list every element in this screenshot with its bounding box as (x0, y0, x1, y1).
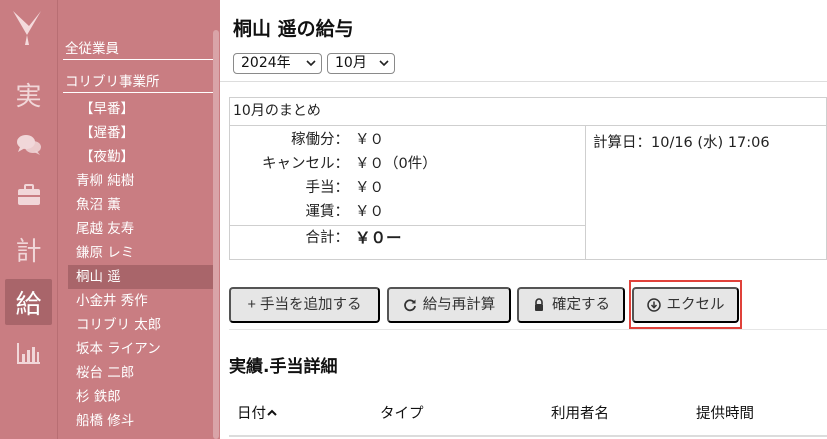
briefcase-icon (17, 184, 40, 205)
summary-row-cancel: キャンセル： ￥０（0件） (230, 152, 585, 176)
summary-row-allowance: 手当： ￥０ (230, 176, 585, 200)
chevron-down-icon (306, 60, 316, 67)
column-header-user[interactable]: 利用者名 (551, 402, 609, 423)
divider (229, 329, 827, 330)
employee-item[interactable]: コリブリ 太郎 (68, 313, 214, 337)
summary-total-value: ￥０ー (355, 229, 402, 247)
chat-bubbles-icon (16, 135, 41, 155)
summary-label: 手当： (305, 180, 350, 196)
summary-total-label: 合計： (305, 230, 350, 246)
column-header-time[interactable]: 提供時間 (696, 402, 754, 423)
confirm-button[interactable]: 確定する (517, 287, 625, 323)
summary-value: ￥０ (355, 180, 384, 196)
divider (220, 81, 827, 82)
summary-label: 稼働分： (291, 132, 349, 148)
rail-work[interactable] (5, 172, 52, 218)
summary-value: ￥０ (355, 204, 384, 220)
monthly-summary-box: 10月のまとめ 稼働分： ￥０ キャンセル： ￥０（0件） 手当： ￥０ 運賃：… (229, 97, 827, 260)
rail-chat[interactable] (5, 122, 52, 168)
summary-label: キャンセル： (262, 156, 349, 172)
summary-row-work: 稼働分： ￥０ (230, 128, 585, 152)
employee-list-scrollbar[interactable] (213, 30, 219, 439)
year-select[interactable]: 2024年 (233, 53, 322, 74)
confirm-label: 確定する (552, 297, 610, 313)
employee-item[interactable]: 鎌原 レミ (68, 241, 214, 265)
shift-night[interactable]: 【夜勤】 (68, 145, 214, 169)
bar-chart-icon (16, 343, 40, 364)
employee-item[interactable]: 坂本 ライアン (68, 337, 214, 361)
rail-keikaku[interactable]: 計 (5, 226, 52, 272)
employee-item[interactable]: 桜台 二郎 (68, 361, 214, 385)
excel-button-highlight (629, 280, 742, 329)
employee-item[interactable]: 杉 鉄郎 (68, 385, 214, 409)
employee-item[interactable]: 尾越 友寿 (68, 217, 214, 241)
rail-stats[interactable] (5, 330, 52, 376)
summary-value: ￥０ (355, 132, 384, 148)
details-section-title: 実績.手当詳細 (229, 357, 338, 377)
page-title: 桐山 遥の給与 (233, 18, 354, 40)
summary-divider (585, 126, 586, 260)
employee-group-office[interactable]: コリブリ事業所 (63, 71, 213, 93)
summary-label: 運賃： (305, 204, 350, 220)
summary-row-total: 合計： ￥０ー (230, 225, 585, 249)
table-header-divider (229, 435, 827, 437)
sort-up-icon (267, 409, 277, 416)
shift-late[interactable]: 【遅番】 (68, 121, 214, 145)
column-header-date-label: 日付 (237, 406, 266, 422)
icon-rail: 実 計 給 (0, 0, 57, 439)
calculation-date: 計算日：10/16 (水) 17:06 (593, 135, 770, 151)
employee-item[interactable]: 青柳 純樹 (68, 169, 214, 193)
employee-item[interactable]: 魚沼 薫 (68, 193, 214, 217)
recalculate-button[interactable]: 給与再計算 (387, 287, 511, 323)
add-allowance-label: + 手当を追加する (247, 297, 362, 313)
year-select-value: 2024年 (241, 55, 291, 71)
summary-header: 10月のまとめ (230, 98, 827, 126)
shift-early[interactable]: 【早番】 (68, 97, 214, 121)
refresh-icon (403, 299, 416, 312)
rail-kyuyo-label: 給 (15, 289, 42, 320)
payroll-main: 桐山 遥の給与 2024年 10月 10月のまとめ 稼働分： ￥０ キャンセル：… (220, 0, 827, 439)
month-select-value: 10月 (335, 55, 367, 71)
app-window: 実 計 給 全従業員 コリブリ事業所 【早番】 【遅番】 【夜勤】 青柳 純樹 … (0, 0, 827, 439)
rail-keikaku-label: 計 (15, 236, 42, 267)
hummingbird-logo-icon[interactable] (10, 8, 44, 48)
employee-item-selected[interactable]: 桐山 遥 (68, 265, 214, 289)
chevron-down-icon (379, 60, 389, 67)
rail-jisseki[interactable]: 実 (5, 71, 52, 117)
summary-value: ￥０（0件） (355, 156, 437, 172)
employee-list-panel: 全従業員 コリブリ事業所 【早番】 【遅番】 【夜勤】 青柳 純樹 魚沼 薫 尾… (57, 0, 220, 439)
employee-group-all[interactable]: 全従業員 (63, 38, 213, 60)
employee-item[interactable]: 船橋 修斗 (68, 409, 214, 433)
employee-item[interactable]: 小金井 秀作 (68, 289, 214, 313)
recalculate-label: 給与再計算 (422, 297, 496, 313)
lock-icon (535, 298, 543, 311)
rail-jisseki-label: 実 (15, 81, 42, 112)
rail-kyuyo[interactable]: 給 (5, 279, 52, 325)
column-header-date[interactable]: 日付 (237, 402, 277, 423)
summary-row-fare: 運賃： ￥０ (230, 200, 585, 224)
column-header-type[interactable]: タイプ (380, 402, 424, 423)
month-select[interactable]: 10月 (327, 53, 395, 74)
add-allowance-button[interactable]: + 手当を追加する (229, 287, 380, 323)
